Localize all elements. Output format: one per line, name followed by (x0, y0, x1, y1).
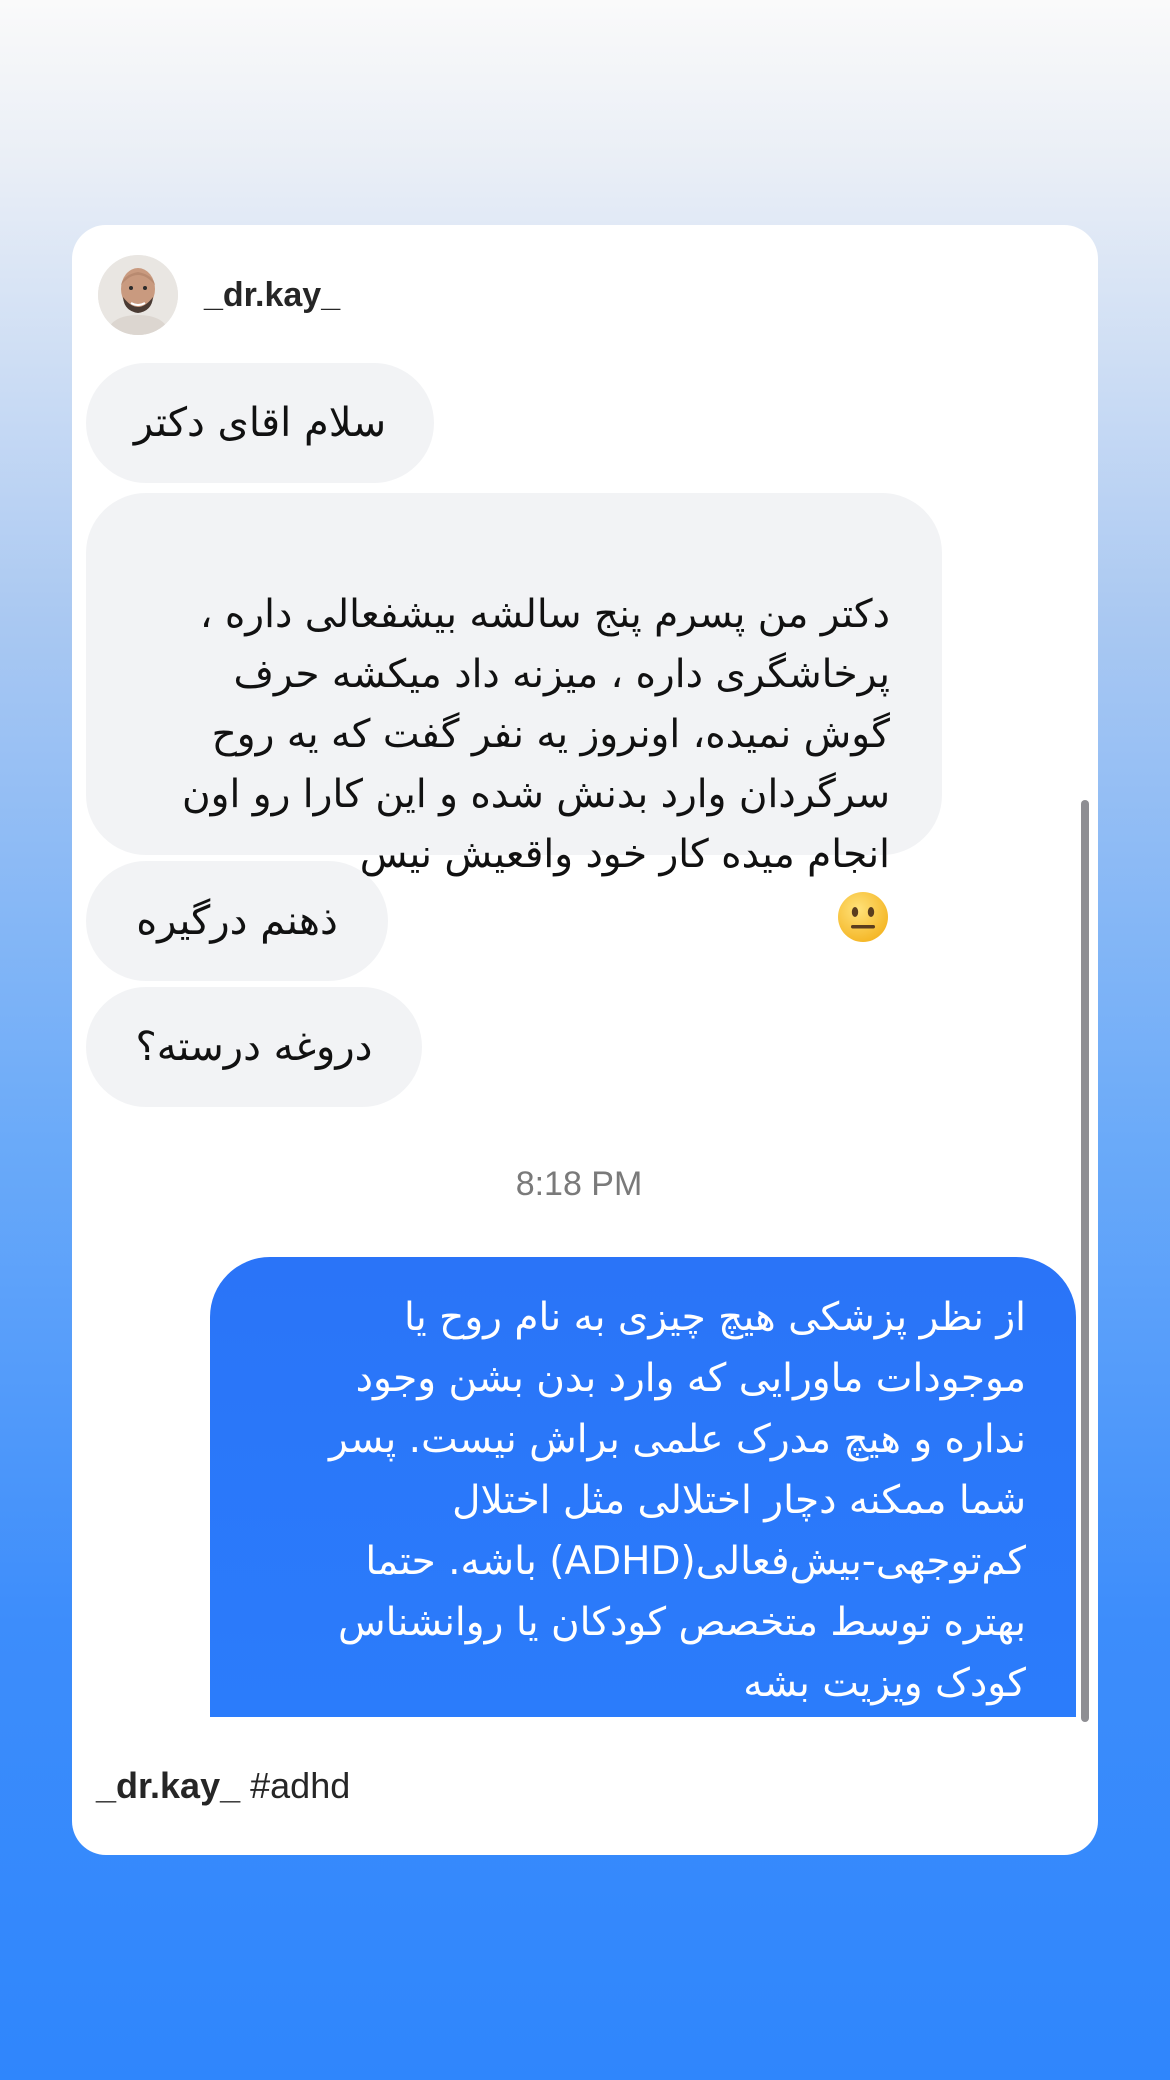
post-card: _dr.kay_ سلام اقای دکتر دکتر من پسرم پنج… (72, 225, 1098, 1855)
post-caption: _dr.kay_ #adhd (96, 1765, 350, 1807)
outgoing-message[interactable]: از نظر پزشکی هیچ چیزی به نام روح یا موجو… (210, 1257, 1076, 1717)
incoming-message-3[interactable]: ذهنم درگیره (86, 861, 388, 981)
caption-username[interactable]: _dr.kay_ (96, 1765, 240, 1806)
header-username[interactable]: _dr.kay_ (204, 276, 340, 315)
chat-header[interactable]: _dr.kay_ (98, 255, 340, 335)
avatar[interactable] (98, 255, 178, 335)
avatar-photo-icon (98, 255, 178, 335)
incoming-message-2-text: دکتر من پسرم پنج سالشه بیشفعالی داره ، پ… (182, 592, 890, 877)
message-timestamp: 8:18 PM (515, 1165, 643, 1203)
caption-hashtag[interactable]: #adhd (250, 1765, 350, 1806)
incoming-message-1[interactable]: سلام اقای دکتر (86, 363, 434, 483)
neutral-face-emoji-icon (838, 891, 888, 942)
incoming-message-2[interactable]: دکتر من پسرم پنج سالشه بیشفعالی داره ، پ… (86, 493, 942, 942)
incoming-message-4[interactable]: دروغه درسته؟ (86, 987, 422, 1107)
scrollbar[interactable] (1081, 800, 1089, 1722)
